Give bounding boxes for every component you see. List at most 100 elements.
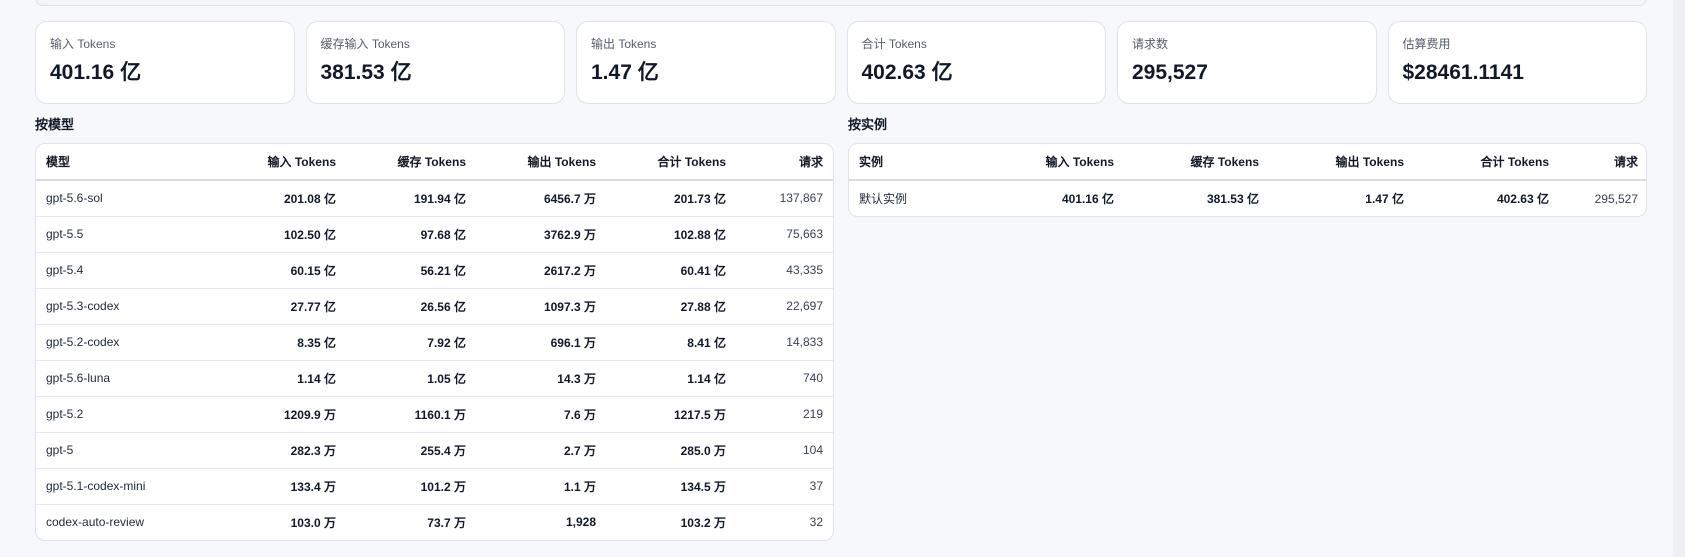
cached-tokens-cell: 7.92 亿 (346, 324, 476, 361)
input-tokens-cell: 8.35 亿 (216, 324, 346, 361)
total-tokens-cell: 285.0 万 (606, 432, 736, 469)
input-tokens-cell: 133.4 万 (216, 468, 346, 505)
output-tokens-cell: 2617.2 万 (476, 252, 606, 289)
cached-tokens-cell: 26.56 亿 (346, 288, 476, 325)
table-row: codex-auto-review 103.0 万 73.7 万 1,928 103.2… (36, 504, 833, 540)
requests-cell: 740 (736, 360, 833, 397)
requests-cell: 37 (736, 468, 833, 505)
output-tokens-cell: 696.1 万 (476, 324, 606, 361)
stat-label: 缓存输入 Tokens (320, 37, 410, 51)
stat-label: 输入 Tokens (50, 37, 116, 51)
input-tokens-cell: 282.3 万 (216, 432, 346, 469)
requests-cell: 22,697 (736, 288, 833, 325)
input-tokens-cell: 103.0 万 (290, 515, 336, 530)
input-tokens-cell: 60.15 亿 (216, 252, 346, 289)
output-tokens-cell: 1,928 (565, 515, 596, 530)
stat-value: $28461.1141 (1402, 61, 1524, 84)
output-tokens-cell: 14.3 万 (476, 360, 606, 397)
total-tokens-cell: 8.41 亿 (606, 324, 736, 361)
name-cell: gpt-5.5 (36, 216, 216, 253)
requests-cell: 295,527 (1594, 191, 1638, 206)
name-cell: gpt-5.2 (36, 396, 216, 433)
column-header[interactable]: 合计 Tokens (606, 144, 736, 181)
stat-value: 295,527 (1132, 61, 1208, 84)
output-tokens-cell: 1.47 亿 (1365, 192, 1404, 206)
total-tokens-cell: 201.73 亿 (606, 180, 736, 217)
input-tokens-cell: 201.08 亿 (216, 180, 346, 217)
total-tokens-cell: 60.41 亿 (606, 252, 736, 289)
name-cell: gpt-5.2-codex (36, 324, 216, 361)
by-instance-table: 实例 输入 Tokens 缓存 Tokens 输出 Tokens 合计 Toke… (849, 144, 1646, 216)
column-header[interactable]: 实例 (849, 144, 979, 181)
column-header[interactable]: 模型 (36, 144, 216, 181)
output-tokens-cell: 3762.9 万 (476, 216, 606, 253)
stat-card-cached-input-tokens: 缓存输入 Tokens 381.53 亿 (305, 21, 565, 104)
stat-value: 401.16 亿 (50, 61, 142, 84)
stat-label: 请求数 (1132, 37, 1169, 51)
name-cell: gpt-5.6-sol (36, 180, 216, 217)
total-tokens-cell: 27.88 亿 (606, 288, 736, 325)
top-panel-edge (35, 0, 1647, 6)
stat-value: 1.47 亿 (591, 61, 659, 84)
column-header[interactable]: 输出 Tokens (1269, 144, 1414, 181)
total-tokens-cell: 1217.5 万 (606, 396, 736, 433)
stat-card-input-tokens: 输入 Tokens 401.16 亿 (35, 21, 295, 104)
input-tokens-cell: 1209.9 万 (216, 396, 346, 433)
by-model-section: 按模型 模型 输入 Tokens 缓存 Tokens 输出 Tokens 合计 … (35, 118, 834, 541)
requests-cell: 75,663 (736, 216, 833, 253)
table-row: gpt-5.1-codex-mini 133.4 万 101.2 万 1.1 万 134… (36, 468, 833, 505)
name-cell: gpt-5.3-codex (36, 288, 216, 325)
total-tokens-cell: 103.2 万 (680, 515, 726, 530)
column-header[interactable]: 请求 (1559, 144, 1646, 181)
output-tokens-cell: 1097.3 万 (476, 288, 606, 325)
cached-tokens-cell: 56.21 亿 (346, 252, 476, 289)
table-row: gpt-5.2 1209.9 万 1160.1 万 7.6 万 1217.5 万 219 (36, 396, 833, 433)
table-row: gpt-5.6-sol 201.08 亿 191.94 亿 6456.7 万 201.7… (36, 180, 833, 217)
by-model-table-card: 模型 输入 Tokens 缓存 Tokens 输出 Tokens 合计 Toke… (35, 143, 834, 541)
requests-cell: 219 (736, 396, 833, 433)
name-cell: 默认实例 (859, 192, 908, 206)
cached-tokens-cell: 101.2 万 (346, 468, 476, 505)
table-row: gpt-5.3-codex 27.77 亿 26.56 亿 1097.3 万 27.88… (36, 288, 833, 325)
table-row: gpt-5.6-luna 1.14 亿 1.05 亿 14.3 万 1.14 亿 740 (36, 360, 833, 397)
table-row: gpt-5.4 60.15 亿 56.21 亿 2617.2 万 60.41 亿 43,3… (36, 252, 833, 289)
table-row: gpt-5.2-codex 8.35 亿 7.92 亿 696.1 万 8.41 亿 14… (36, 324, 833, 361)
column-header[interactable]: 合计 Tokens (1414, 144, 1559, 181)
column-header[interactable]: 输入 Tokens (979, 144, 1124, 181)
stat-label: 输出 Tokens (591, 37, 657, 51)
column-header[interactable]: 输入 Tokens (216, 144, 346, 181)
total-tokens-cell: 402.63 亿 (1496, 192, 1549, 206)
requests-cell: 32 (809, 515, 823, 530)
input-tokens-cell: 102.50 亿 (216, 216, 346, 253)
column-header[interactable]: 缓存 Tokens (346, 144, 476, 181)
by-model-table: 模型 输入 Tokens 缓存 Tokens 输出 Tokens 合计 Toke… (36, 144, 833, 540)
cached-tokens-cell: 381.53 亿 (1206, 192, 1259, 206)
name-cell: gpt-5.4 (36, 252, 216, 289)
table-header-row: 实例 输入 Tokens 缓存 Tokens 输出 Tokens 合计 Toke… (849, 144, 1646, 181)
stat-card-request-count: 请求数 295,527 (1117, 21, 1377, 104)
section-title: 按实例 (848, 117, 888, 132)
input-tokens-cell: 27.77 亿 (216, 288, 346, 325)
table-row: gpt-5.5 102.50 亿 97.68 亿 3762.9 万 102.88 亿 75… (36, 216, 833, 253)
column-header[interactable]: 缓存 Tokens (1124, 144, 1269, 181)
cached-tokens-cell: 191.94 亿 (346, 180, 476, 217)
total-tokens-cell: 102.88 亿 (606, 216, 736, 253)
scrollbar-track[interactable] (1673, 0, 1685, 557)
table-row: gpt-5 282.3 万 255.4 万 2.7 万 285.0 万 104 (36, 432, 833, 469)
cached-tokens-cell: 97.68 亿 (346, 216, 476, 253)
name-cell: gpt-5.1-codex-mini (36, 468, 216, 505)
output-tokens-cell: 6456.7 万 (476, 180, 606, 217)
requests-cell: 14,833 (736, 324, 833, 361)
by-instance-section: 按实例 实例 输入 Tokens 缓存 Tokens 输出 Tokens 合计 … (848, 118, 1647, 217)
output-tokens-cell: 7.6 万 (476, 396, 606, 433)
stat-card-estimated-cost: 估算费用 $28461.1141 (1387, 21, 1647, 104)
by-instance-table-card: 实例 输入 Tokens 缓存 Tokens 输出 Tokens 合计 Toke… (848, 143, 1647, 217)
name-cell: codex-auto-review (46, 515, 145, 530)
name-cell: gpt-5 (36, 432, 216, 469)
stat-value: 381.53 亿 (320, 61, 412, 84)
column-header[interactable]: 请求 (736, 144, 833, 181)
column-header[interactable]: 输出 Tokens (476, 144, 606, 181)
stat-card-total-tokens: 合计 Tokens 402.63 亿 (846, 21, 1106, 104)
requests-cell: 104 (736, 432, 833, 469)
cached-tokens-cell: 1.05 亿 (346, 360, 476, 397)
